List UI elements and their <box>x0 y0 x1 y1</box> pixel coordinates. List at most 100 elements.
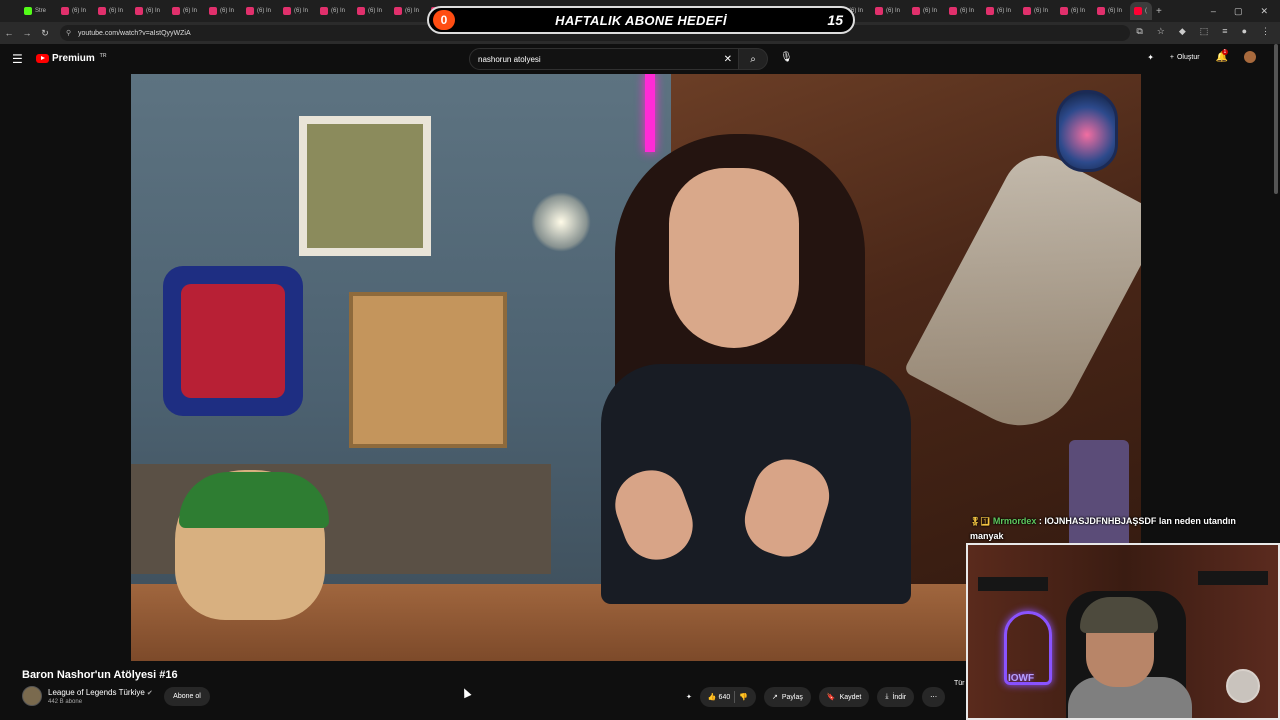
search-button[interactable]: ⌕ <box>738 48 768 70</box>
browser-tab[interactable]: (6) In <box>168 2 205 20</box>
browser-tab[interactable]: (6) In <box>390 2 427 20</box>
minimize-icon[interactable]: – <box>1211 6 1216 16</box>
browser-tab[interactable]: (6) In <box>1093 2 1130 20</box>
create-button[interactable]: + Oluştur <box>1170 54 1200 61</box>
page-scrollbar[interactable] <box>1274 44 1278 194</box>
streamer-webcam: IOWF <box>966 543 1280 720</box>
instagram-favicon-icon <box>135 7 143 15</box>
video-title: Baron Nashor'un Atölyesi #16 <box>22 669 178 681</box>
media-icon[interactable]: ≡ <box>1222 26 1227 37</box>
browser-tab[interactable]: (6) In <box>982 2 1019 20</box>
goal-title: HAFTALIK ABONE HEDEFİ <box>555 12 727 28</box>
back-icon[interactable]: ← <box>0 28 18 38</box>
close-window-icon[interactable]: ✕ <box>1260 6 1268 17</box>
browser-tab[interactable]: (6) In <box>94 2 131 20</box>
extension-action-icon[interactable]: ✦ <box>686 693 692 701</box>
bookmark-star-icon[interactable]: ☆ <box>1157 26 1165 37</box>
download-label: İndir <box>892 693 907 701</box>
subscriber-goal-overlay: 0 HAFTALIK ABONE HEDEFİ 15 <box>427 6 855 34</box>
webcam-bookshelf-right <box>1198 571 1268 585</box>
browser-tab[interactable]: Stre <box>20 2 57 20</box>
instagram-favicon-icon <box>246 7 254 15</box>
share-button[interactable]: ↗ Paylaş <box>763 687 811 707</box>
browser-menu-icon[interactable]: ⋮ <box>1261 26 1270 37</box>
hamburger-menu-icon[interactable]: ☰ <box>12 52 23 66</box>
video-presenter-face <box>669 168 799 348</box>
youtube-favicon-icon <box>1134 7 1142 15</box>
webcam-bookshelf-left <box>978 577 1048 591</box>
video-scene-picture-frame <box>299 116 431 256</box>
search-query-text: nashorun atolyesi <box>478 54 541 64</box>
instagram-favicon-icon <box>986 7 994 15</box>
webcam-streamer-cap <box>1080 597 1158 633</box>
youtube-premium-logo[interactable]: Premium TR <box>36 53 106 64</box>
search-input[interactable]: nashorun atolyesi ✕ <box>469 48 739 70</box>
video-scene-neon-strip <box>645 74 655 152</box>
browser-tab[interactable]: (6) In <box>131 2 168 20</box>
instagram-favicon-icon <box>61 7 69 15</box>
language-chip[interactable]: Tür <box>954 680 965 687</box>
extension-yt-icon[interactable]: ✦ <box>1147 53 1154 62</box>
clear-search-icon[interactable]: ✕ <box>724 54 732 65</box>
browser-tab-label: (6) In <box>960 8 975 14</box>
browser-tab[interactable]: (6) In <box>1056 2 1093 20</box>
share-icon: ↗ <box>771 694 778 701</box>
notifications-bell-icon[interactable]: 🔔 1 <box>1216 48 1229 63</box>
browser-tab-active[interactable]: ( <box>1130 2 1152 20</box>
save-button[interactable]: 🔖 Kaydet <box>818 687 870 707</box>
profile-icon[interactable]: ● <box>1242 26 1247 37</box>
browser-tab-label: (6) In <box>220 8 235 14</box>
browser-tab-label: ( <box>1145 8 1147 14</box>
maximize-icon[interactable]: ▢ <box>1234 6 1243 17</box>
instagram-favicon-icon <box>98 7 106 15</box>
channel-avatar[interactable] <box>22 686 42 706</box>
like-count: 640 <box>718 694 731 701</box>
browser-tab[interactable]: (6) In <box>57 2 94 20</box>
more-icon: ⋯ <box>930 694 938 701</box>
like-button[interactable]: 👍 640 <box>708 693 730 701</box>
browser-tab-label: (6) In <box>183 8 198 14</box>
browser-tab[interactable]: (6) In <box>205 2 242 20</box>
instagram-favicon-icon <box>912 7 920 15</box>
save-label: Kaydet <box>839 693 862 701</box>
browser-tab-label: (6) In <box>923 8 938 14</box>
channel-name[interactable]: League of Legends Türkiye <box>48 688 145 697</box>
browser-tab[interactable]: (6) In <box>316 2 353 20</box>
browser-tab-label: (6) In <box>997 8 1012 14</box>
browser-tab[interactable]: (6) In <box>279 2 316 20</box>
browser-tab-label: (6) In <box>1071 8 1086 14</box>
browser-tab-label: (6) In <box>405 8 420 14</box>
download-icon: ⤓ <box>885 693 889 700</box>
channel-name-row[interactable]: League of Legends Türkiye ✔ <box>48 688 153 697</box>
new-tab-button[interactable]: + <box>1152 2 1172 20</box>
extension-icon[interactable]: ◆ <box>1179 26 1186 37</box>
browser-tab[interactable]: (6) In <box>242 2 279 20</box>
voice-search-icon[interactable]: 🎙 <box>780 52 793 63</box>
goal-target-count: 15 <box>827 12 843 28</box>
cast-icon[interactable]: ⧉ <box>1136 26 1142 37</box>
browser-tab-label: Stre <box>35 8 47 14</box>
more-actions-button[interactable]: ⋯ <box>922 687 946 707</box>
share-label: Paylaş <box>781 693 803 701</box>
instagram-favicon-icon <box>357 7 365 15</box>
reload-icon[interactable]: ↻ <box>36 28 54 39</box>
browser-tab[interactable]: (6) In <box>871 2 908 20</box>
dislike-button[interactable]: 👎 <box>739 693 748 701</box>
site-info-icon[interactable]: ⚲ <box>66 29 71 37</box>
browser-tab[interactable]: (6) In <box>908 2 945 20</box>
browser-tab-label: (6) In <box>146 8 161 14</box>
account-avatar[interactable] <box>1244 51 1256 63</box>
extensions-puzzle-icon[interactable]: ⬚ <box>1200 26 1209 37</box>
browser-tab[interactable]: (6) In <box>945 2 982 20</box>
subscribe-button[interactable]: Abone ol <box>164 687 210 706</box>
subscribe-label: Abone ol <box>173 693 201 700</box>
video-scene-teemo-hat <box>179 472 329 528</box>
browser-tab-label: (6) In <box>294 8 309 14</box>
instagram-favicon-icon <box>875 7 883 15</box>
forward-icon[interactable]: → <box>18 28 36 38</box>
browser-tab[interactable]: (6) In <box>1019 2 1056 20</box>
download-button[interactable]: ⤓ İndir <box>877 687 915 707</box>
plus-icon: + <box>1169 53 1174 61</box>
browser-tab[interactable]: (6) In <box>353 2 390 20</box>
logo-text: Premium <box>52 53 95 64</box>
